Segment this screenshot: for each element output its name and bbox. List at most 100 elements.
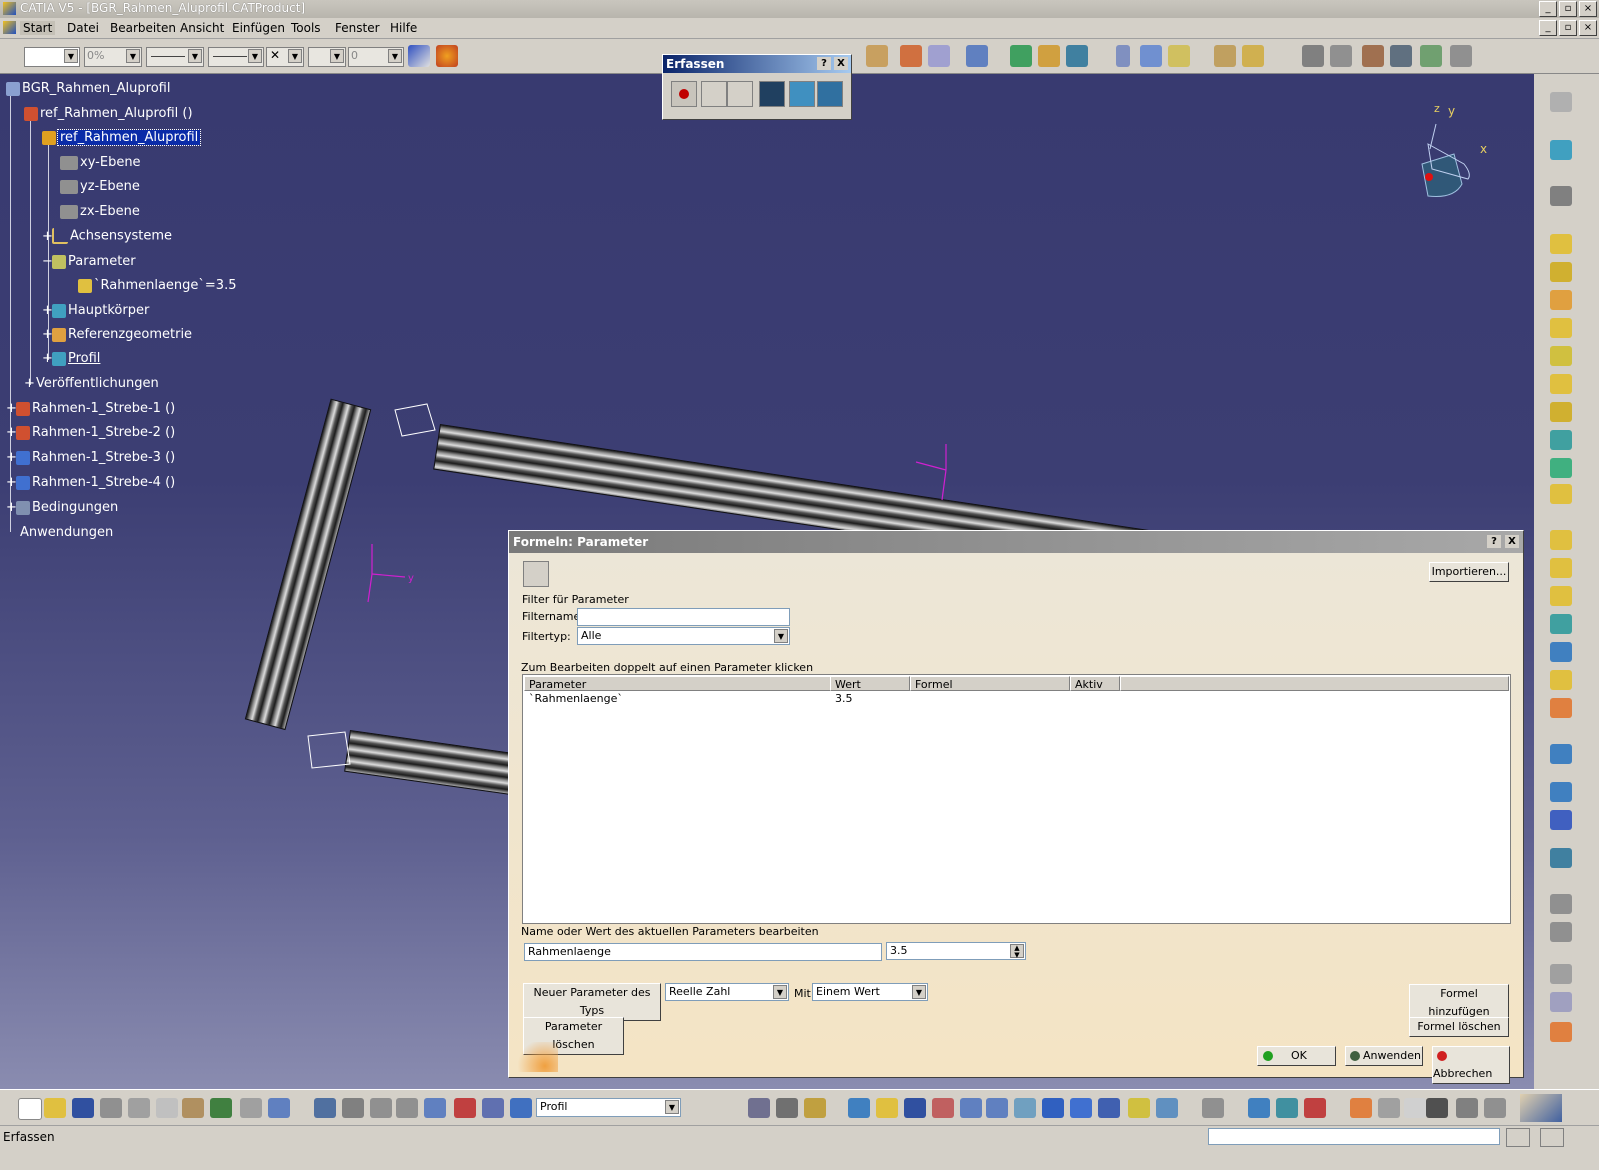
render-icon[interactable] [1362,45,1384,67]
erfassen-help-button[interactable]: ? [817,57,831,70]
tree-node-profil[interactable]: + Profil [42,351,100,366]
table-row[interactable]: `Rahmenlaenge` 3.5 [524,692,1509,707]
workbench-select[interactable]: Profil ▼ [536,1098,681,1117]
draft-analysis-icon[interactable] [1550,922,1572,942]
axis-icon[interactable] [370,1098,392,1118]
pen-icon[interactable] [1248,1098,1270,1118]
cut-icon[interactable] [128,1098,150,1118]
analysis-icon[interactable] [1550,894,1572,914]
chamfer-icon[interactable] [1550,530,1572,550]
new-file-icon[interactable] [18,1098,42,1120]
mit-select[interactable]: Einem Wert ▼ [812,983,928,1001]
select-arrow-icon[interactable] [701,81,727,107]
table-icon[interactable] [1426,1098,1448,1118]
stiffener-icon[interactable] [1550,430,1572,450]
doc-minimize-button[interactable]: _ [1539,20,1557,36]
album-icon[interactable] [727,81,753,107]
filter-tool-icon[interactable] [523,561,549,587]
menu-hilfe[interactable]: Hilfe [390,21,417,35]
command-input[interactable] [1208,1128,1500,1145]
column-header-formel[interactable]: Formel [910,676,1070,691]
layer-combo[interactable]: ▼ [308,47,346,67]
list-icon[interactable] [482,1098,504,1118]
mass-icon[interactable] [804,1098,826,1118]
gear-icon[interactable] [1302,45,1324,67]
tree-node-strebe-2[interactable]: + Rahmen-1_Strebe-2 () [6,425,175,440]
annotation-abc-icon[interactable] [1550,964,1572,984]
groove-icon[interactable] [1550,318,1572,338]
normal-view-icon[interactable] [1014,1098,1036,1118]
sketch-edit-icon[interactable] [1242,45,1264,67]
minimize-button[interactable]: _ [1539,1,1557,17]
help-icon[interactable] [268,1098,290,1118]
pad-icon[interactable] [1550,234,1572,254]
menu-datei[interactable]: Datei [67,21,99,35]
column-header-aktiv[interactable]: Aktiv [1070,676,1120,691]
tree-node-parameters[interactable]: − Parameter [42,254,136,269]
opacity-combo[interactable]: 0% ▼ [84,47,142,67]
menu-einfuegen[interactable]: Einfügen [232,21,285,35]
update-icon[interactable] [314,1098,336,1118]
slot-icon[interactable] [1550,402,1572,422]
parameter-table[interactable]: Parameter Wert Formel Aktiv `Rahmenlaeng… [522,674,1511,924]
tree-icon[interactable] [1038,45,1060,67]
select-arrow-icon[interactable] [1550,92,1572,112]
menu-ansicht[interactable]: Ansicht [180,21,224,35]
thickness-icon[interactable] [1550,614,1572,634]
render-icon-2[interactable] [1390,45,1412,67]
tree-node-constraints[interactable]: + Bedingungen [6,500,118,515]
iso-view-icon[interactable] [1070,1098,1092,1118]
measure-between-icon[interactable] [748,1098,770,1118]
line-icon[interactable] [1140,45,1162,67]
settings-gear-icon[interactable] [1330,45,1352,67]
scene-icon[interactable] [1066,45,1088,67]
swap-space-icon[interactable] [1156,1098,1178,1118]
painter-icon[interactable] [436,45,458,67]
draft-icon[interactable] [1550,558,1572,578]
constraint-icon[interactable] [966,45,988,67]
param-type-select[interactable]: Reelle Zahl ▼ [665,983,789,1001]
sketch-icon[interactable] [1214,45,1236,67]
multisection-icon[interactable] [1550,458,1572,478]
status-button-1[interactable] [1506,1128,1530,1147]
filtername-input[interactable] [577,608,790,626]
image-icon[interactable] [789,81,815,107]
value-spinner[interactable]: ▲ ▼ [1010,944,1024,959]
tree-node-applications[interactable]: Anwendungen [20,525,113,540]
pocket-icon[interactable] [1550,262,1572,282]
tree-node-xy-plane[interactable]: xy-Ebene [60,155,141,170]
filtertyp-select[interactable]: Alle ▼ [577,627,790,645]
catalog-browser-icon[interactable] [1202,1098,1224,1118]
tree-node-strebe-3[interactable]: + Rahmen-1_Strebe-3 () [6,450,175,465]
multi-view-icon[interactable] [1042,1098,1064,1118]
redo-icon[interactable] [240,1098,262,1118]
lock-icon[interactable] [1456,1098,1478,1118]
capture-icon[interactable] [759,81,785,107]
column-header-wert[interactable]: Wert [830,676,910,691]
hole-icon[interactable] [1550,346,1572,366]
param-value-input[interactable]: 3.5 ▲ ▼ [886,942,1026,960]
apply-button[interactable]: Anwenden [1345,1046,1423,1066]
tree-node-ref-instance[interactable]: ref_Rahmen_Aluprofil () [24,106,193,121]
bulb-icon[interactable] [1404,1098,1426,1118]
workbench-icon[interactable] [510,1098,532,1118]
new-parameter-button[interactable]: Neuer Parameter des Typs [523,983,661,1021]
rect-pattern-icon[interactable] [1550,810,1572,830]
options-icon[interactable] [817,81,843,107]
record-icon[interactable] [671,81,697,107]
product-icon-1[interactable] [900,45,922,67]
dialog-help-button[interactable]: ? [1487,535,1501,548]
thickness-combo[interactable]: 0 ▼ [348,47,404,67]
doc-close-button[interactable]: × [1579,20,1597,36]
tree-node-refgeo[interactable]: + Referenzgeometrie [42,327,192,342]
undo-icon[interactable] [210,1098,232,1118]
plane-icon[interactable] [1168,45,1190,67]
print-icon[interactable] [100,1098,122,1118]
param-name-input[interactable]: Rahmenlaenge [524,943,882,961]
point-symbol-combo[interactable]: ✕ ▼ [266,47,304,67]
lineweight-combo[interactable]: ▼ [208,47,264,67]
measure-item-icon[interactable] [776,1098,798,1118]
render-icon-3[interactable] [1420,45,1442,67]
fx-formula-icon[interactable] [1350,1098,1372,1118]
positioned-sketch-icon[interactable] [1550,186,1572,206]
